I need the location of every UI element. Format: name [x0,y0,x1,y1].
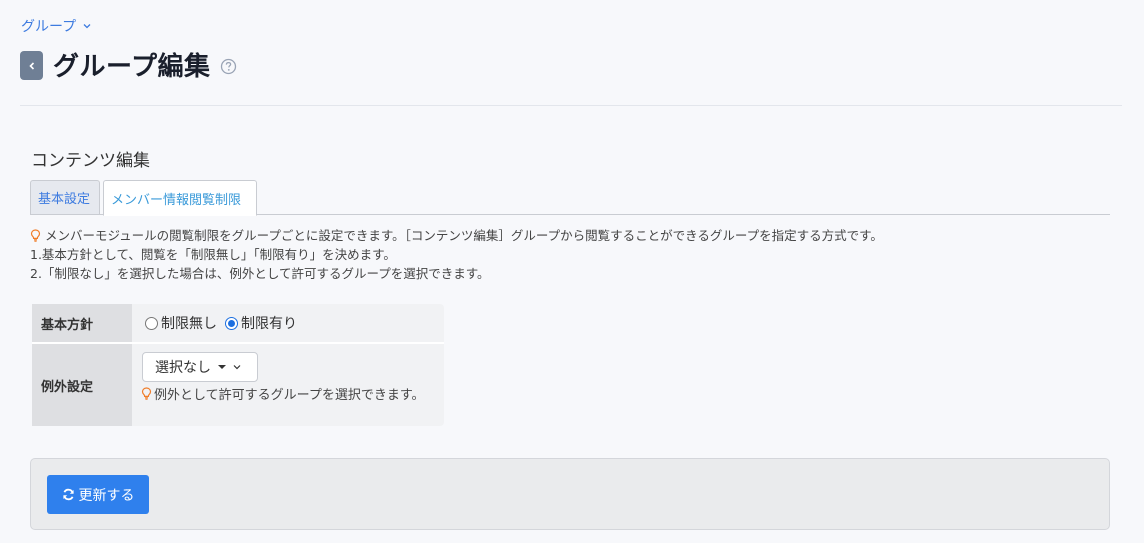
caret-down-icon [218,365,226,369]
refresh-icon [62,488,74,501]
help-icon[interactable] [220,58,237,75]
note-line: メンバーモジュールの閲覧制限をグループごとに設定できます。［コンテンツ編集］グル… [30,226,883,245]
note-line: 2.「制限なし」を選択した場合は、例外として許可するグループを選択できます。 [30,266,490,281]
back-arrow-icon [28,61,34,70]
header-divider [20,105,1122,106]
radio-restricted[interactable]: 制限有り [225,313,297,333]
policy-radio-group: 制限無し 制限有り [145,313,297,333]
lightbulb-icon [30,229,41,242]
tab-bar: 基本設定 メンバー情報閲覧制限 [30,180,1110,216]
lightbulb-icon [141,387,152,400]
tab-basic-settings[interactable]: 基本設定 [30,180,100,215]
back-button[interactable] [20,51,43,80]
exception-label: 例外設定 [32,344,132,426]
update-button[interactable]: 更新する [47,475,149,514]
chevron-down-icon [83,24,91,29]
page: グループ グループ編集 コンテンツ編集 基本設定 メンバー情報閲覧制限 メンバー… [0,0,1144,543]
radio-circle-checked[interactable] [225,316,238,330]
select-value: 選択なし [155,360,211,376]
chevron-down-icon [233,365,241,370]
page-title: グループ編集 [53,52,211,82]
radio-circle[interactable] [145,316,158,330]
section-title: コンテンツ編集 [31,151,150,171]
note-line: 1.基本方針として、閲覧を「制限無し」「制限有り」を決めます。 [30,247,396,262]
breadcrumb[interactable]: グループ [21,16,92,36]
exception-group-select[interactable]: 選択なし [142,352,258,382]
footer-panel: 更新する [30,458,1110,530]
tab-member-view-restriction[interactable]: メンバー情報閲覧制限 [103,180,257,216]
radio-no-restriction[interactable]: 制限無し [145,313,217,333]
policy-label: 基本方針 [32,304,132,342]
description-notes: メンバーモジュールの閲覧制限をグループごとに設定できます。［コンテンツ編集］グル… [30,226,883,283]
settings-table: 基本方針 制限無し 制限有り 例外設定 選択なし 例外として許可するグループを選… [32,304,444,426]
breadcrumb-label[interactable]: グループ [21,16,76,36]
exception-hint: 例外として許可するグループを選択できます。 [141,384,425,403]
